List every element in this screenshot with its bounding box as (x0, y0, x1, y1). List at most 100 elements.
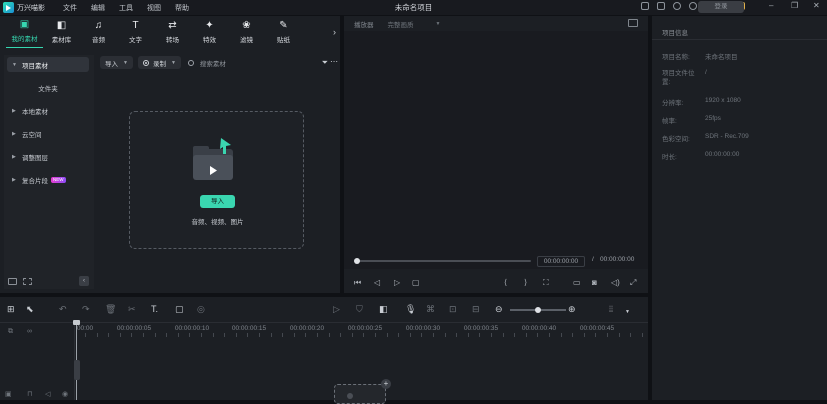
menu-view[interactable]: 视图 (147, 3, 175, 13)
sidebar-item-compound-clip[interactable]: ▶ 复合片段 NEW (7, 172, 89, 187)
sidebar-item-adjustment-layer[interactable]: ▶ 调整图层 (7, 149, 89, 164)
sidebar-footer (8, 278, 32, 285)
menu-help[interactable]: 帮助 (175, 3, 203, 13)
folder-icon[interactable] (23, 278, 32, 285)
tab-transitions[interactable]: ⇄ 转场 (154, 16, 191, 48)
zoom-out-icon[interactable]: ⊖ (495, 304, 503, 314)
minimize-icon[interactable]: – (769, 2, 777, 10)
restore-icon[interactable]: ❐ (791, 2, 799, 10)
undo-icon[interactable]: ↶ (59, 304, 67, 314)
menu-edit[interactable]: 编辑 (91, 3, 119, 13)
ai-tool-icon[interactable]: ⌘ (426, 304, 435, 314)
volume-icon[interactable]: ◁) (611, 278, 620, 288)
timeline-ruler[interactable]: 00:00 00:00:00:05 00:00:00:10 00:00:00:1… (75, 323, 648, 337)
cloud-icon[interactable] (673, 2, 681, 10)
new-folder-icon[interactable] (8, 278, 17, 285)
crop-icon[interactable]: ▢ (175, 304, 184, 314)
chevron-down-icon[interactable]: ▼ (625, 307, 630, 317)
ruler-mark (421, 333, 423, 337)
split-icon[interactable]: ✂ (128, 304, 136, 314)
subtitle-icon[interactable]: ⊟ (472, 304, 480, 314)
sidebar-item-project-media[interactable]: ▼ 项目素材 (7, 57, 89, 72)
timeline-panel: ⊞ ⬉ ↶ ↷ 🗑 ✂ T. ▢ ◎ ▷ ⛉ ◧ 🎙 ⌘ ⊡ ⊟ ⊖ ⊕ ⦙⦙ … (0, 297, 648, 400)
preview-progress-bar[interactable] (354, 258, 531, 264)
lock-icon[interactable]: ⊓ (27, 390, 32, 398)
monitor-icon[interactable] (641, 2, 649, 10)
close-icon[interactable]: ✕ (813, 2, 821, 10)
sidebar-item-local-media[interactable]: ▶ 本地素材 (7, 103, 89, 118)
filter-icon[interactable]: ⏷ (322, 58, 328, 68)
login-button[interactable]: 登录 (698, 1, 744, 13)
current-timecode[interactable]: 00:00:00:00 (537, 256, 585, 267)
record-dropdown[interactable]: 录制 ▼ (137, 56, 181, 69)
collapse-sidebar-button[interactable]: ‹ (79, 276, 89, 286)
tab-label: 我的素材 (11, 36, 38, 43)
media-filter-bar: 导入 ▼ 录制 ▼ 搜索素材 ⏷ ⋯ (100, 55, 340, 70)
ruler-mark (282, 333, 284, 337)
timeline-drop-target[interactable] (334, 384, 386, 404)
columns-icon[interactable]: ⦙⦙ (609, 304, 613, 314)
mark-out-icon[interactable]: ⟩ (524, 278, 527, 288)
text-tool-icon[interactable]: T. (151, 304, 158, 314)
mute-icon[interactable]: ◁ (45, 390, 50, 398)
more-icon[interactable]: ⋯ (330, 57, 338, 66)
redo-icon[interactable]: ↷ (82, 304, 90, 314)
grid-icon[interactable]: ⊞ (7, 304, 15, 314)
tab-stickers[interactable]: ✎ 贴纸 (265, 16, 302, 48)
menu-tools[interactable]: 工具 (119, 3, 147, 13)
fullscreen-icon[interactable]: ⤢ (630, 278, 636, 288)
chevron-right-icon[interactable]: › (333, 27, 336, 37)
ruler-mark (560, 333, 562, 337)
zoom-knob[interactable] (535, 307, 541, 313)
ruler-mark (537, 333, 539, 337)
color-icon[interactable]: ◎ (197, 304, 205, 314)
tab-audio[interactable]: ♫ 音频 (80, 16, 117, 48)
quality-dropdown[interactable]: 完整画质 ▼ (388, 19, 441, 29)
save-icon[interactable] (657, 2, 665, 10)
ruler-mark (444, 333, 446, 337)
select-tool-icon[interactable]: ⬉ (26, 304, 34, 314)
ruler-tick: 00:00:00:20 (289, 325, 325, 332)
progress-knob[interactable] (354, 258, 360, 264)
track-resize-handle[interactable] (74, 360, 80, 380)
add-media-icon[interactable]: + (381, 379, 391, 389)
support-icon[interactable] (689, 2, 697, 10)
microphone-icon[interactable]: 🎙 (405, 304, 416, 314)
shield-icon[interactable]: ⛉ (356, 304, 363, 314)
marker-icon[interactable]: ⊡ (449, 304, 457, 314)
tab-stock-media[interactable]: ◧ 素材库 (43, 16, 80, 48)
delete-icon[interactable]: 🗑 (105, 304, 116, 314)
snapshot-icon[interactable] (628, 19, 638, 27)
prev-frame-icon[interactable]: ⏮ (354, 278, 361, 288)
playhead-handle[interactable] (73, 320, 80, 325)
zoom-slider[interactable] (510, 307, 566, 313)
import-dropdown[interactable]: 导入 ▼ (100, 56, 133, 69)
track-header-column: ⧉ ∞ ▣ ⊓ ◁ ◉ (0, 323, 75, 400)
ruler-mark (189, 333, 191, 337)
search-input[interactable]: 搜索素材 (187, 58, 226, 68)
monitor-icon[interactable]: ▭ (573, 278, 581, 288)
camera-icon[interactable]: ◙ (592, 278, 597, 288)
fit-screen-icon[interactable]: ⛶ (543, 278, 549, 288)
tab-text[interactable]: T 文字 (117, 16, 154, 48)
render-icon[interactable]: ▷ (333, 304, 340, 314)
sidebar-item-cloud[interactable]: ▶ 云空间 (7, 126, 89, 141)
menu-file[interactable]: 文件 (63, 3, 91, 13)
add-track-icon[interactable]: ⧉ (8, 328, 13, 336)
eye-icon[interactable]: ◉ (62, 390, 68, 398)
import-drop-zone[interactable]: 导入 音频、视频、图片 (129, 111, 304, 249)
import-button[interactable]: 导入 (200, 195, 235, 208)
step-back-icon[interactable]: ◁ (374, 278, 380, 288)
tab-my-media[interactable]: ▣ 我的素材 (6, 16, 43, 48)
link-icon[interactable]: ∞ (27, 328, 32, 335)
sidebar-item-folder[interactable]: 文件夹 (7, 80, 89, 95)
tab-filters[interactable]: ❀ 滤镜 (228, 16, 265, 48)
snapshot-icon[interactable]: ◧ (379, 304, 388, 314)
zoom-in-icon[interactable]: ⊕ (568, 304, 576, 314)
tab-effects[interactable]: ✦ 特效 (191, 16, 228, 48)
stop-icon[interactable]: ▢ (412, 278, 420, 288)
play-icon[interactable]: ▷ (394, 278, 400, 288)
track-video-icon[interactable]: ▣ (5, 390, 12, 398)
search-placeholder: 搜索素材 (199, 60, 226, 68)
mark-in-icon[interactable]: ⟨ (504, 278, 507, 288)
